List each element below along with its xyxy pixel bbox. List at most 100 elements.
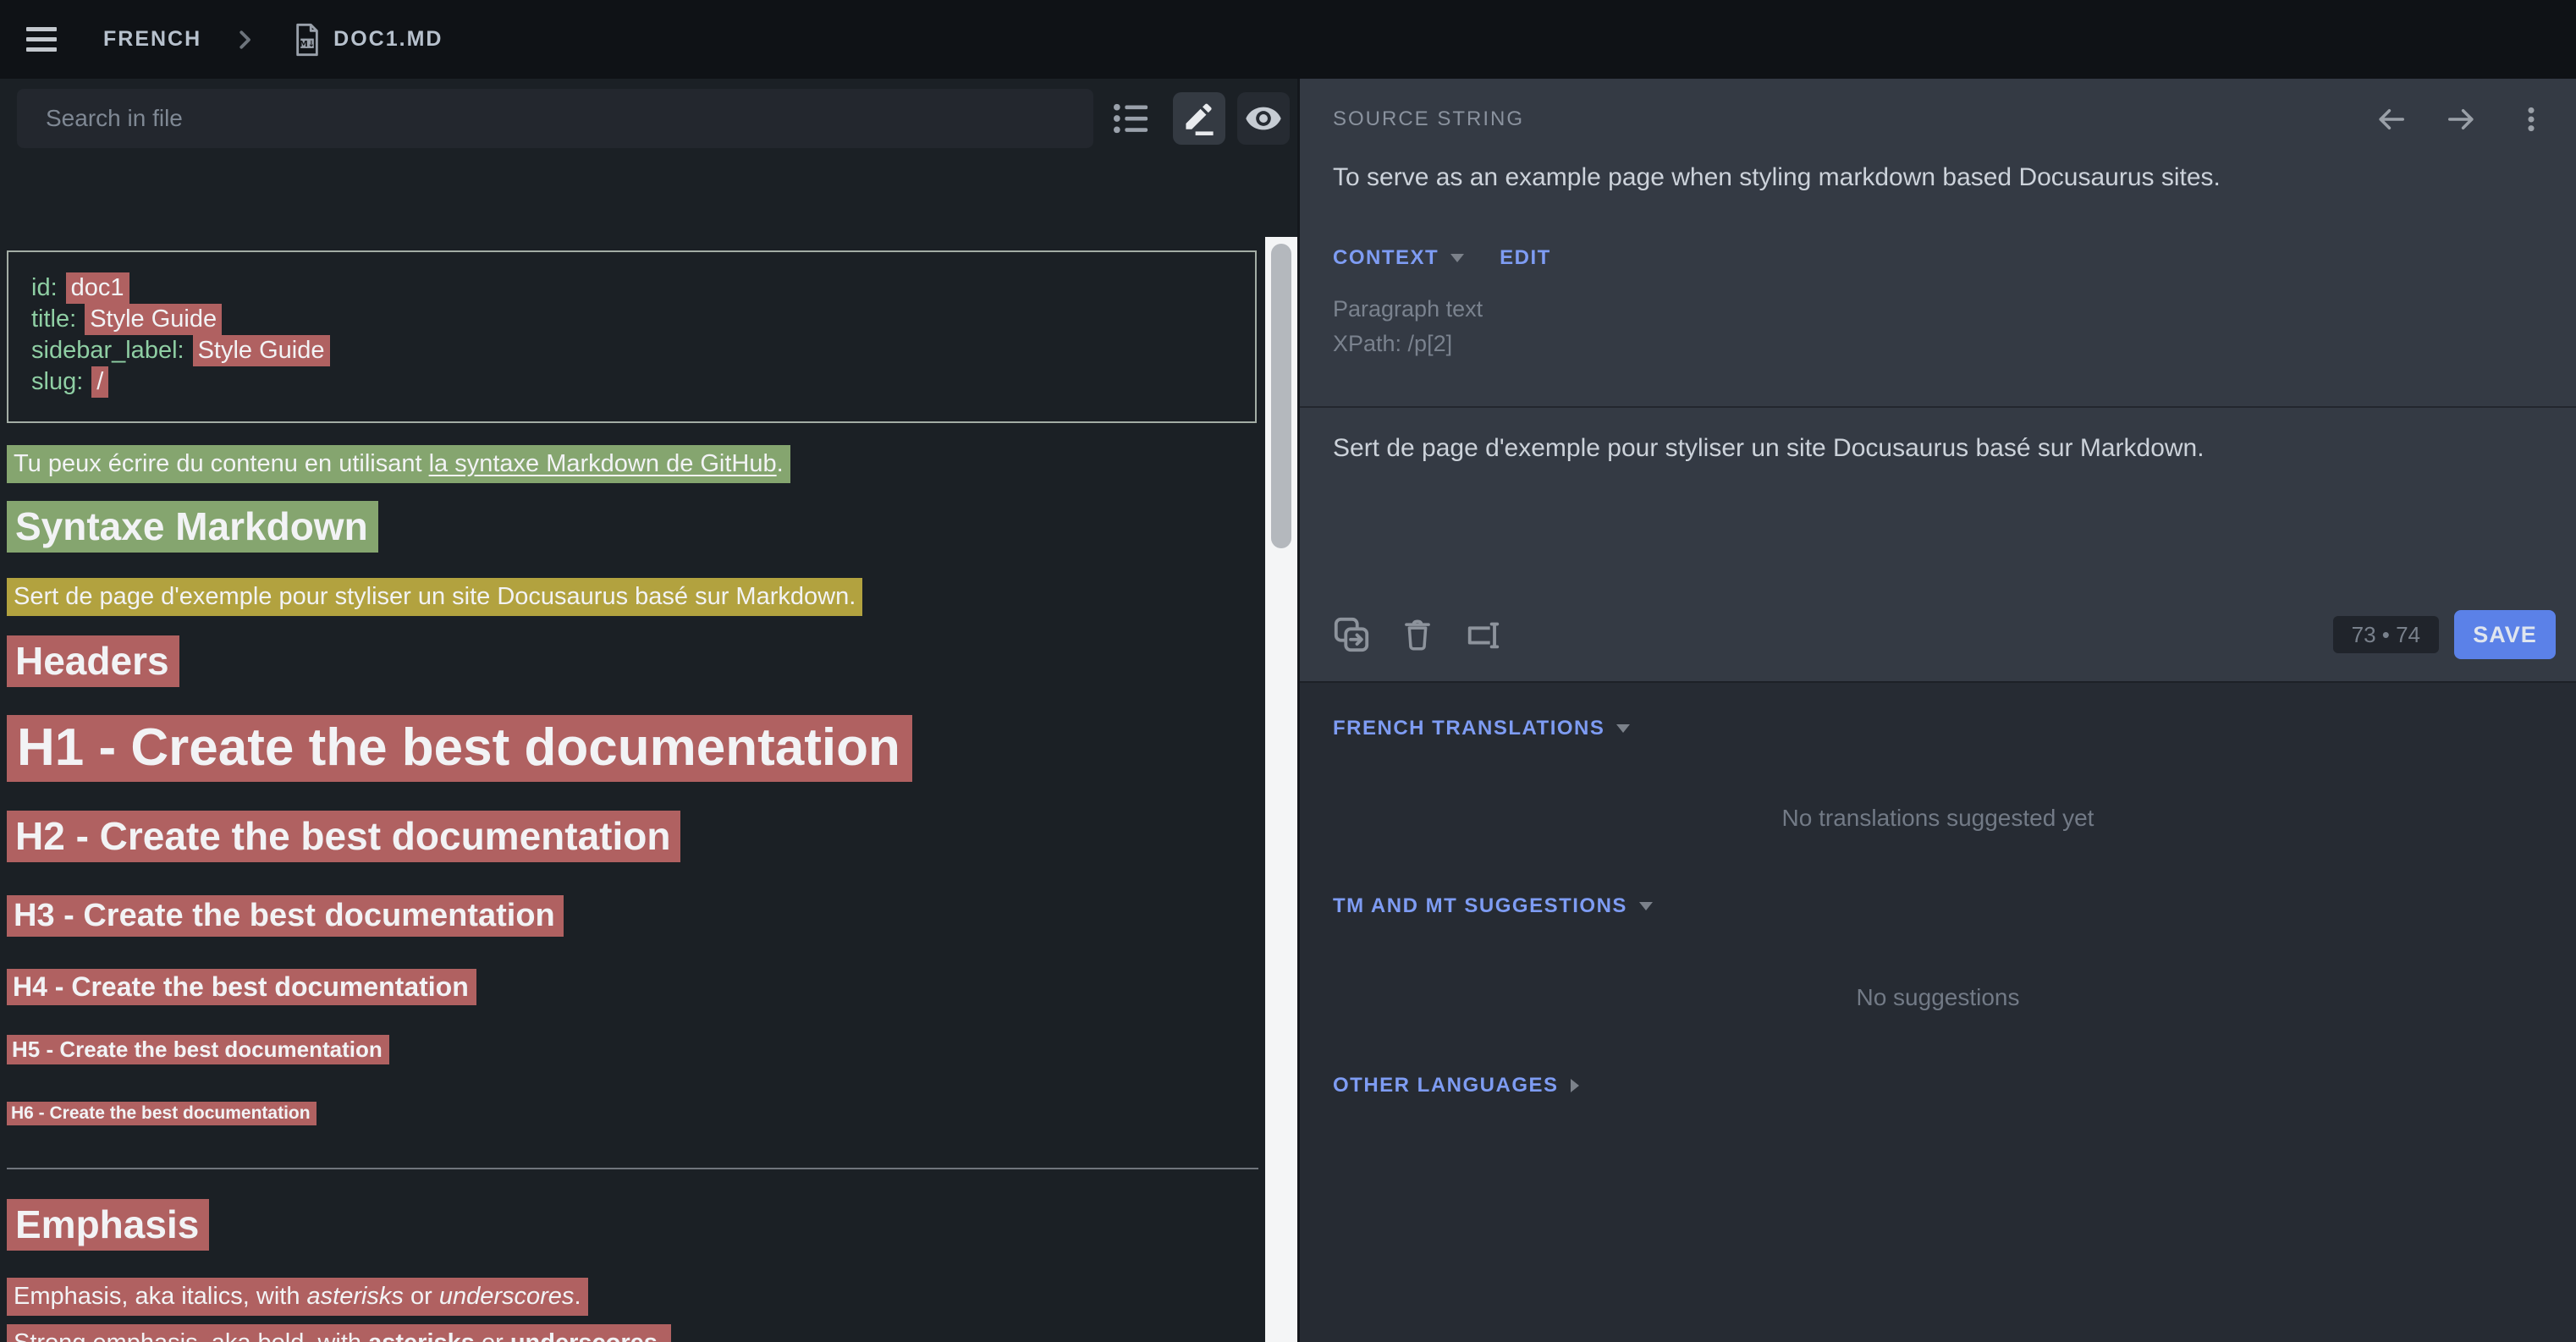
context-xpath: XPath: /p[2] bbox=[1333, 327, 1483, 361]
translatable-string[interactable]: Headers bbox=[7, 635, 179, 687]
h3-sample: H3 - Create the best documentation bbox=[7, 898, 1258, 934]
source-string-label: SOURCE STRING bbox=[1333, 107, 1524, 131]
app: FRENCH M↓ DOC1.MD bbox=[0, 0, 2576, 1342]
document-panel: id: doc1 title: Style Guide sidebar_label:… bbox=[0, 79, 1297, 1342]
translatable-string[interactable]: / bbox=[91, 366, 108, 398]
more-menu-button[interactable] bbox=[2517, 105, 2546, 134]
search-input[interactable] bbox=[17, 89, 1093, 148]
preview-mode-button[interactable] bbox=[1237, 92, 1290, 145]
string-navigation bbox=[2375, 103, 2546, 135]
next-string-button[interactable] bbox=[2446, 103, 2478, 135]
translatable-string[interactable]: Strong emphasis, aka bold, with asterisk… bbox=[7, 1324, 671, 1342]
translations-empty-message: No translations suggested yet bbox=[1300, 805, 2576, 832]
text-cursor-icon bbox=[1464, 615, 1503, 654]
frontmatter-key: slug: bbox=[31, 368, 83, 395]
suggestions-empty-message: No suggestions bbox=[1300, 984, 2576, 1011]
translatable-string[interactable]: H5 - Create the best documentation bbox=[7, 1035, 389, 1064]
string-list-button[interactable] bbox=[1105, 92, 1158, 145]
arrow-right-icon bbox=[2446, 103, 2478, 135]
horizontal-rule bbox=[7, 1168, 1258, 1169]
edit-pencil-icon bbox=[1181, 101, 1217, 136]
translatable-string[interactable]: Emphasis, aka italics, with asterisks or… bbox=[7, 1278, 588, 1316]
source-string-text: To serve as an example page when styling… bbox=[1333, 163, 2543, 192]
editor-toolbar: 73 • 74 SAVE bbox=[1325, 608, 2556, 661]
svg-text:M↓: M↓ bbox=[300, 39, 315, 48]
translatable-string[interactable]: Style Guide bbox=[85, 304, 222, 335]
previous-string-button[interactable] bbox=[2375, 103, 2407, 135]
document-scrollbar[interactable] bbox=[1265, 237, 1297, 1342]
doc-link[interactable]: la syntaxe Markdown de GitHub bbox=[429, 450, 777, 477]
markdown-file-icon: M↓ bbox=[293, 23, 322, 57]
copy-source-icon bbox=[1332, 615, 1371, 654]
edit-context-button[interactable]: EDIT bbox=[1500, 246, 1551, 270]
context-row: CONTEXT EDIT bbox=[1333, 246, 1551, 270]
scrollbar-thumb[interactable] bbox=[1271, 244, 1291, 548]
file-toolbar bbox=[0, 79, 1297, 158]
selected-string[interactable]: Sert de page d'exemple pour styliser un … bbox=[7, 578, 862, 616]
context-info: Paragraph text XPath: /p[2] bbox=[1333, 292, 1483, 361]
selected-paragraph: Sert de page d'exemple pour styliser un … bbox=[7, 583, 1258, 611]
frontmatter-key: title: bbox=[31, 305, 76, 333]
frontmatter-line: slug: / bbox=[31, 366, 1238, 398]
section-other-languages[interactable]: OTHER LANGUAGES bbox=[1333, 1074, 1579, 1097]
translatable-string[interactable]: H1 - Create the best documentation bbox=[7, 715, 912, 782]
other-languages-header: OTHER LANGUAGES bbox=[1333, 1074, 1559, 1097]
document-content[interactable]: id: doc1 title: Style Guide sidebar_label:… bbox=[0, 237, 1265, 1342]
frontmatter-line: id: doc1 bbox=[31, 272, 1238, 304]
h1-sample: H1 - Create the best documentation bbox=[7, 718, 1258, 778]
list-icon bbox=[1111, 101, 1152, 136]
kebab-menu-icon bbox=[2517, 105, 2546, 134]
chevron-down-icon bbox=[1616, 724, 1630, 733]
breadcrumb-project[interactable]: FRENCH bbox=[103, 27, 201, 52]
breadcrumb-file: DOC1.MD bbox=[333, 27, 443, 52]
suggestions-area: FRENCH TRANSLATIONS No translations sugg… bbox=[1300, 681, 2576, 1342]
copy-source-button[interactable] bbox=[1325, 608, 1378, 661]
intro-paragraph: Tu peux écrire du contenu en utilisant l… bbox=[7, 450, 1258, 478]
h2-sample: H2 - Create the best documentation bbox=[7, 813, 1258, 859]
topbar: FRENCH M↓ DOC1.MD bbox=[0, 0, 2576, 79]
tm-mt-header: TM AND MT SUGGESTIONS bbox=[1333, 894, 1627, 918]
eye-icon bbox=[1244, 99, 1283, 138]
frontmatter-line: sidebar_label: Style Guide bbox=[31, 335, 1238, 366]
translation-input[interactable]: Sert de page d'exemple pour styliser un … bbox=[1333, 434, 2543, 586]
string-editor-card: SOURCE STRING bbox=[1300, 79, 2576, 681]
headers-heading: Headers bbox=[7, 638, 1258, 684]
translatable-string[interactable]: Tu peux écrire du contenu en utilisant l… bbox=[7, 445, 790, 483]
h5-sample: H5 - Create the best documentation bbox=[7, 1037, 1258, 1063]
h6-sample: H6 - Create the best documentation bbox=[7, 1103, 1258, 1124]
edit-mode-button[interactable] bbox=[1173, 92, 1225, 145]
context-type: Paragraph text bbox=[1333, 292, 1483, 327]
breadcrumb-chevron-icon bbox=[232, 27, 257, 52]
insert-tag-button[interactable] bbox=[1457, 608, 1510, 661]
frontmatter-key: sidebar_label: bbox=[31, 337, 184, 364]
translatable-string[interactable]: Style Guide bbox=[193, 335, 330, 366]
card-divider bbox=[1300, 406, 2576, 408]
strong-paragraph: Strong emphasis, aka bold, with asterisk… bbox=[7, 1329, 1258, 1342]
frontmatter-block: id: doc1 title: Style Guide sidebar_label:… bbox=[7, 250, 1257, 423]
translatable-string[interactable]: Syntaxe Markdown bbox=[7, 501, 378, 553]
translatable-string[interactable]: H2 - Create the best documentation bbox=[7, 811, 680, 862]
menu-icon[interactable] bbox=[26, 27, 57, 52]
h4-sample: H4 - Create the best documentation bbox=[7, 971, 1258, 1003]
translatable-string[interactable]: H4 - Create the best documentation bbox=[7, 969, 476, 1005]
context-toggle[interactable]: CONTEXT bbox=[1333, 246, 1439, 270]
chevron-down-icon bbox=[1639, 902, 1653, 910]
chevron-down-icon[interactable] bbox=[1450, 254, 1464, 262]
delete-translation-button[interactable] bbox=[1391, 608, 1444, 661]
translatable-string[interactable]: Emphasis bbox=[7, 1199, 209, 1251]
arrow-left-icon bbox=[2375, 103, 2407, 135]
section-tm-mt-suggestions[interactable]: TM AND MT SUGGESTIONS bbox=[1333, 894, 1653, 918]
chevron-right-icon bbox=[1571, 1079, 1579, 1092]
translatable-string[interactable]: doc1 bbox=[66, 272, 129, 304]
frontmatter-key: id: bbox=[31, 274, 58, 301]
save-button[interactable]: SAVE bbox=[2454, 610, 2556, 659]
frontmatter-line: title: Style Guide bbox=[31, 304, 1238, 335]
translatable-string[interactable]: H6 - Create the best documentation bbox=[7, 1102, 316, 1125]
french-translations-header: FRENCH TRANSLATIONS bbox=[1333, 717, 1604, 740]
section-french-translations[interactable]: FRENCH TRANSLATIONS bbox=[1333, 717, 1630, 740]
emphasis-paragraph: Emphasis, aka italics, with asterisks or… bbox=[7, 1283, 1258, 1311]
translatable-string[interactable]: H3 - Create the best documentation bbox=[7, 895, 564, 937]
translation-panel: SOURCE STRING bbox=[1297, 79, 2576, 1342]
trash-icon bbox=[1400, 617, 1435, 652]
source-header: SOURCE STRING bbox=[1333, 99, 2546, 140]
